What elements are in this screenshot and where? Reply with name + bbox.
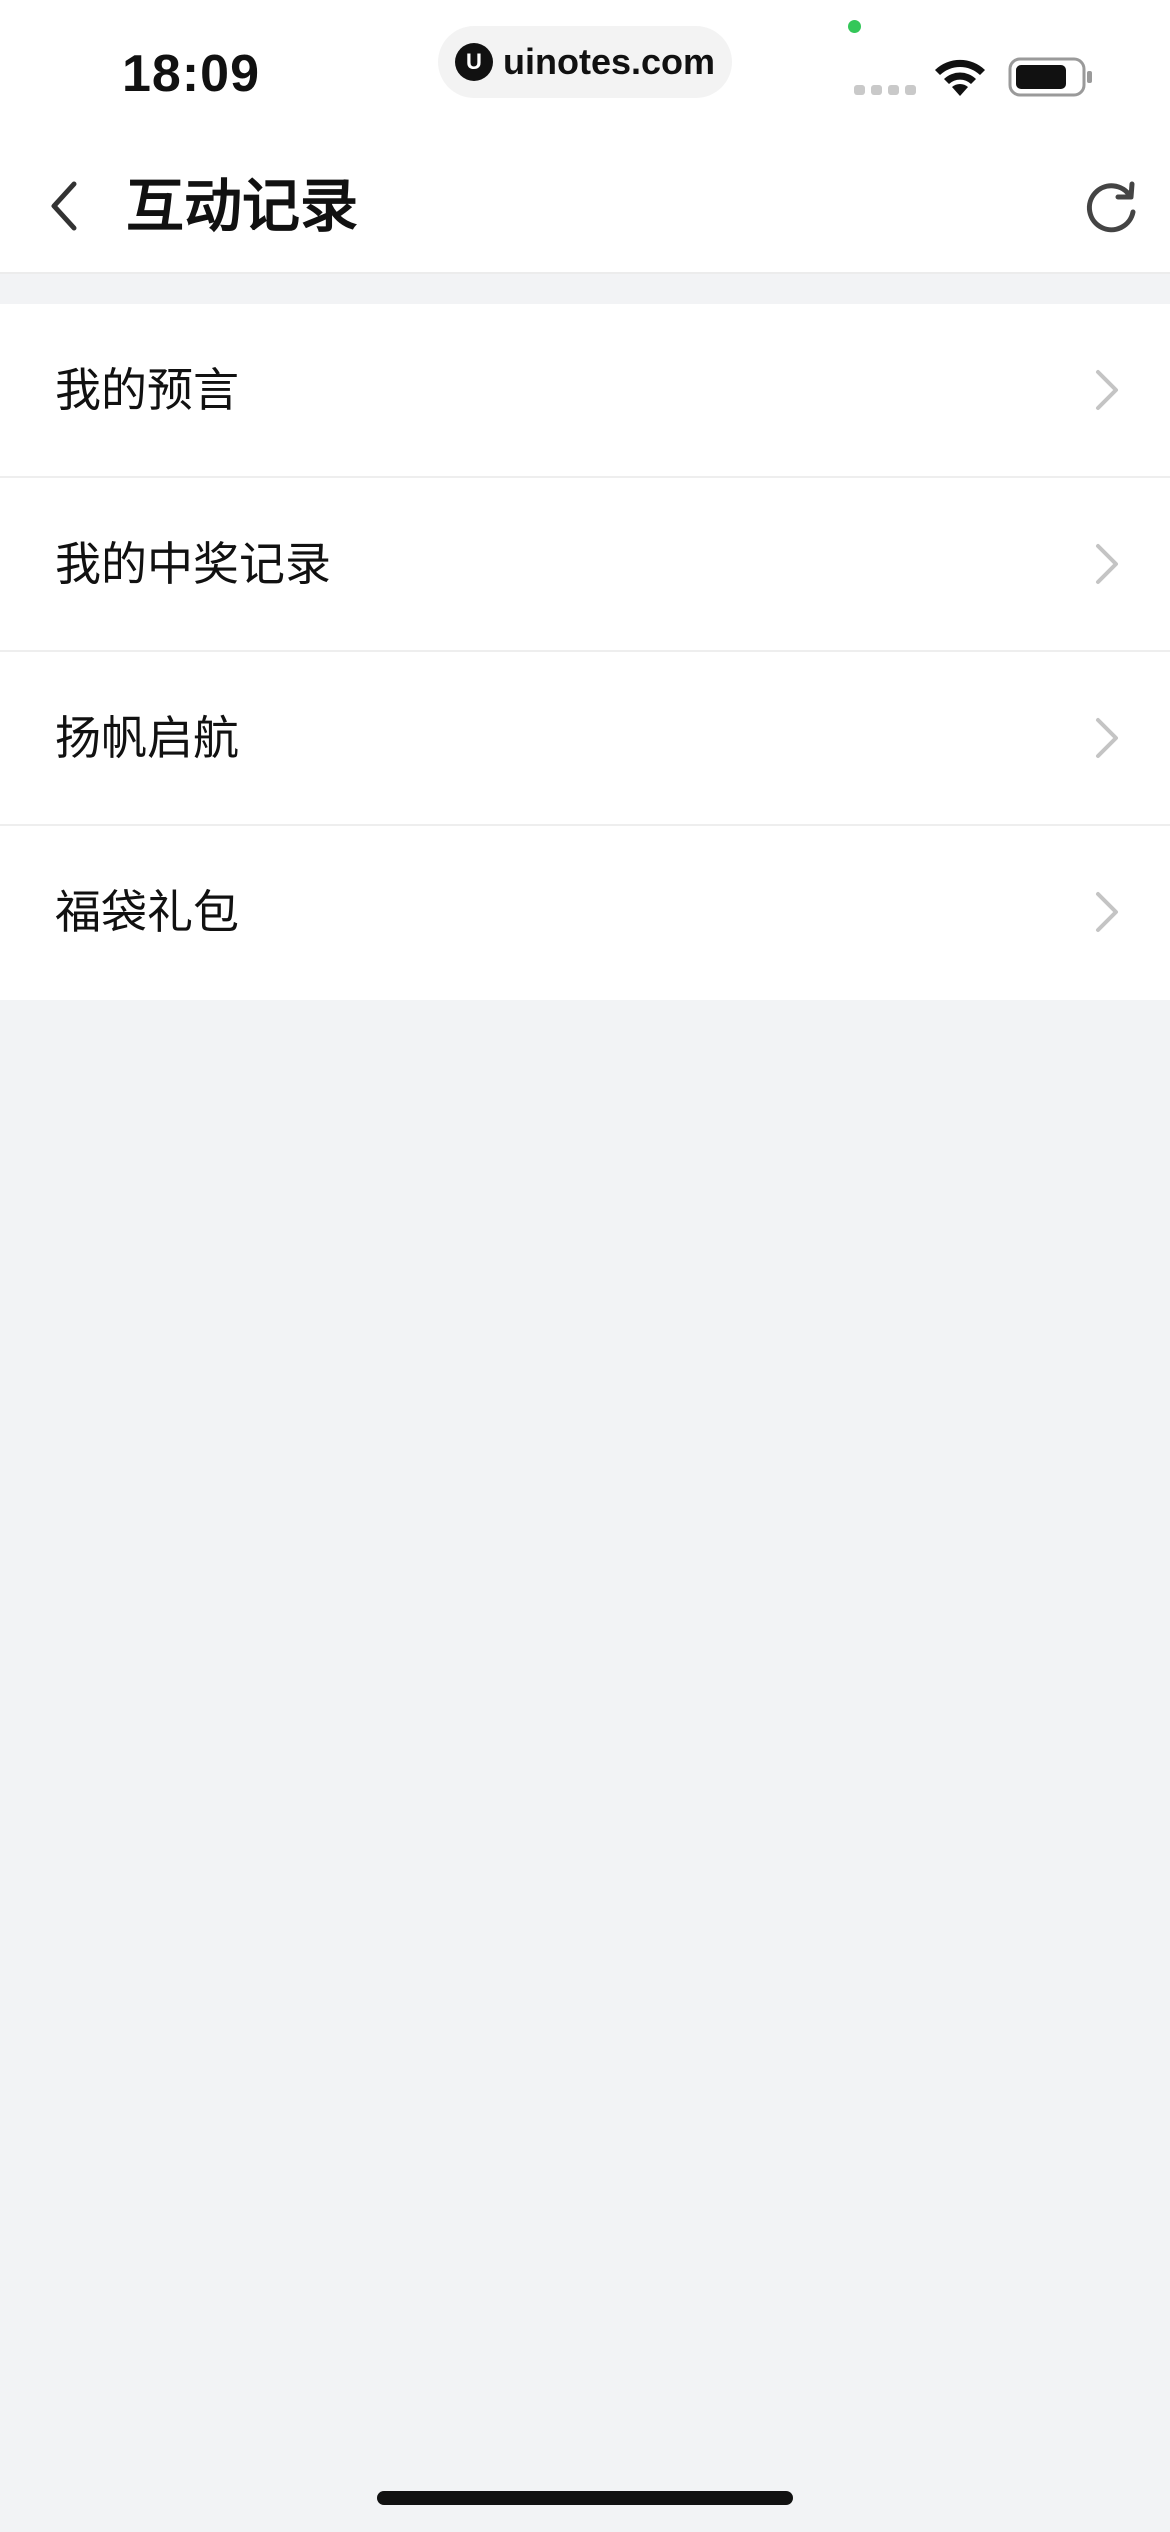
list-item-label: 我的中奖记录 <box>55 537 331 591</box>
list-item-lucky-bag-gift[interactable]: 福袋礼包 <box>0 826 1170 1000</box>
list-item-my-prize-records[interactable]: 我的中奖记录 <box>0 478 1170 652</box>
battery-icon <box>1008 57 1092 97</box>
cellular-signal-icon <box>854 85 916 95</box>
page-title: 互动记录 <box>126 172 359 240</box>
list-item-label: 福袋礼包 <box>55 885 239 939</box>
chevron-right-icon <box>1096 370 1118 410</box>
refresh-icon[interactable] <box>1080 176 1142 238</box>
home-indicator[interactable] <box>377 2491 793 2505</box>
status-bar: 18:09 U uinotes.com <box>0 0 1170 140</box>
navigation-header: 互动记录 <box>0 140 1170 274</box>
list-item-set-sail[interactable]: 扬帆启航 <box>0 652 1170 826</box>
status-time: 18:09 <box>122 45 260 103</box>
privacy-indicator-dot <box>848 20 861 33</box>
record-list: 我的预言 我的中奖记录 扬帆启航 福袋礼包 <box>0 304 1170 1000</box>
back-button[interactable] <box>34 170 98 242</box>
list-item-label: 扬帆启航 <box>55 711 239 765</box>
list-item-my-predictions[interactable]: 我的预言 <box>0 304 1170 478</box>
wifi-icon <box>935 59 985 96</box>
chevron-right-icon <box>1096 892 1118 932</box>
url-text: uinotes.com <box>502 41 716 82</box>
chevron-right-icon <box>1096 718 1118 758</box>
site-logo-icon: U <box>454 43 493 81</box>
url-pill[interactable]: U uinotes.com <box>438 26 732 98</box>
chevron-right-icon <box>1096 544 1118 584</box>
list-item-label: 我的预言 <box>55 363 239 417</box>
